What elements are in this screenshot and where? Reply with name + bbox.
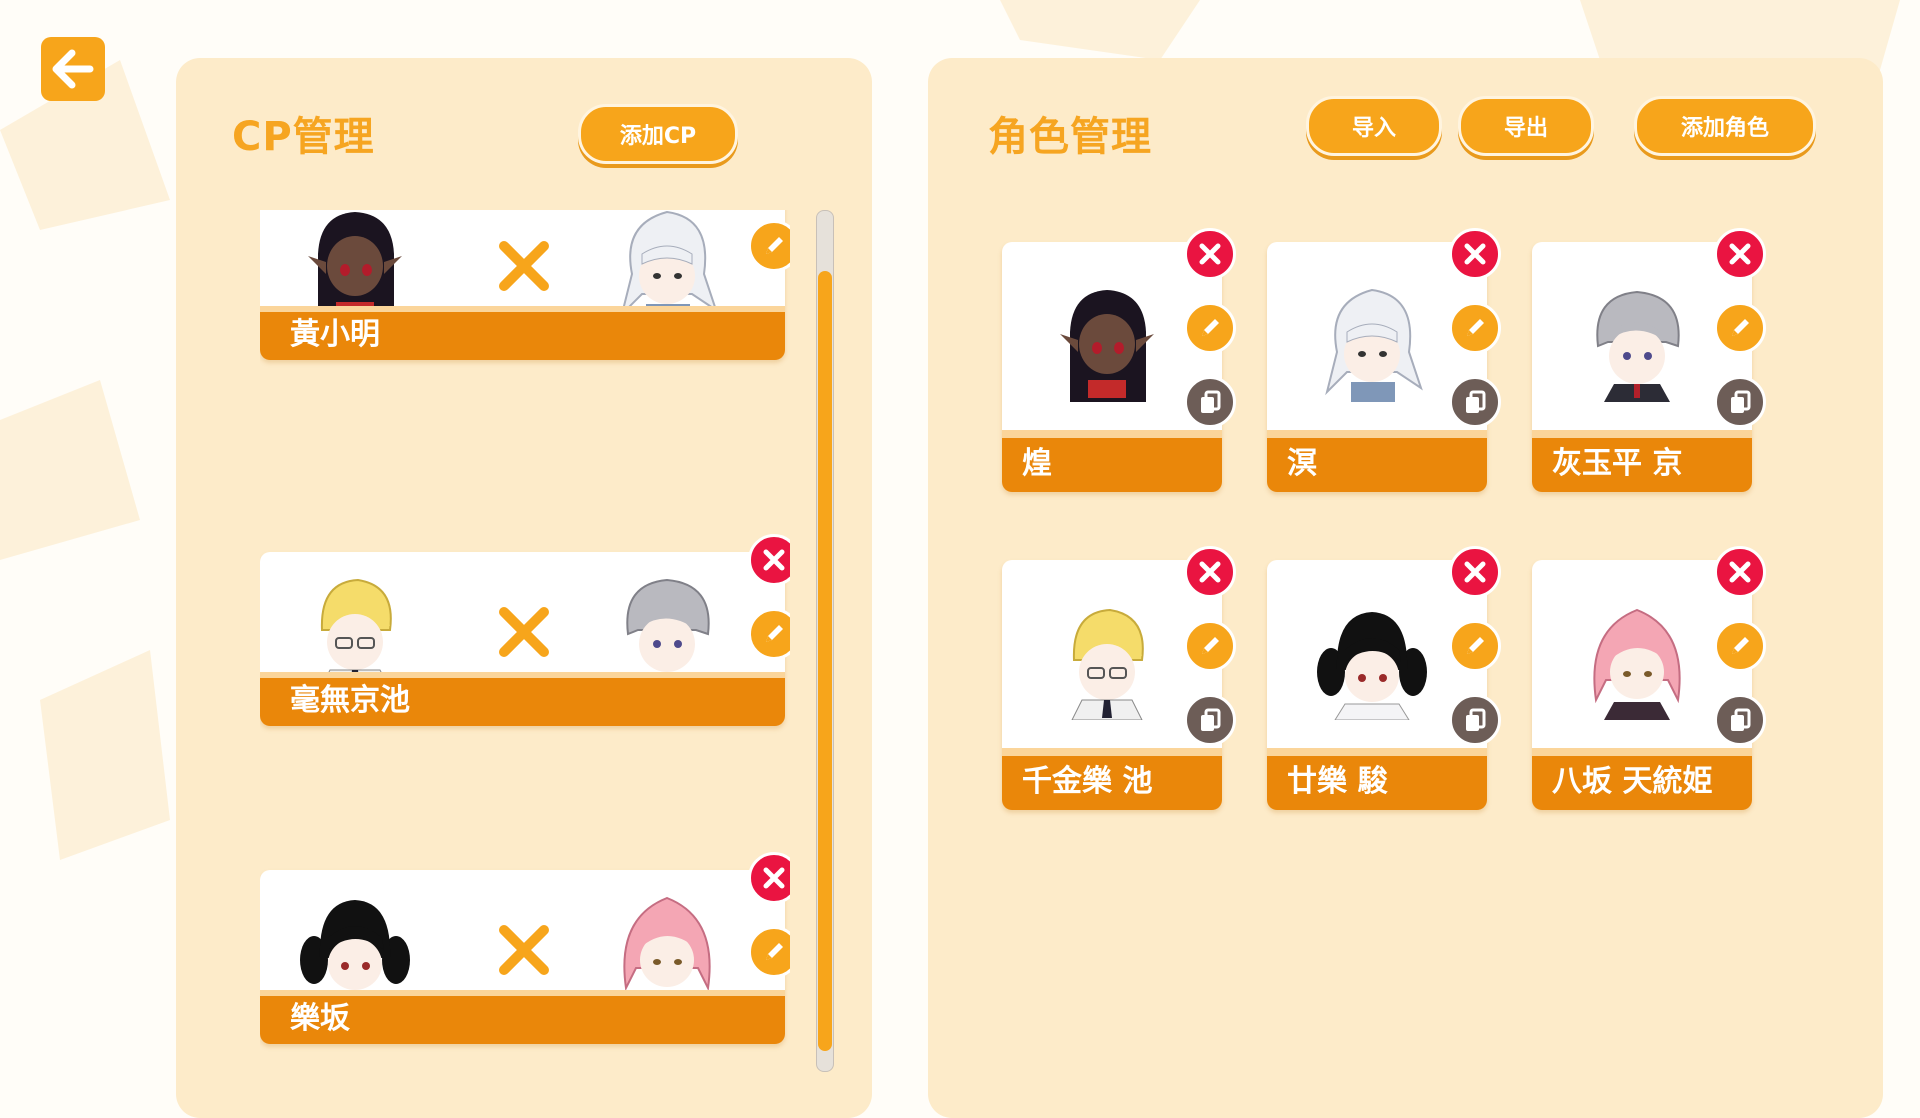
copy-character-button[interactable] xyxy=(1184,376,1236,428)
close-icon xyxy=(1729,561,1751,583)
pencil-icon xyxy=(766,943,783,960)
cp-card[interactable]: 黃小明 xyxy=(260,210,790,360)
copy-character-button[interactable] xyxy=(1449,694,1501,746)
close-icon xyxy=(1199,243,1221,265)
character-name: 煌 xyxy=(1002,430,1222,492)
character-management-panel: 角色管理 导入 导出 添加角色 煌 溟 灰玉平 京 千金樂 池 廿樂 駿 八坂 … xyxy=(928,58,1883,1118)
character-avatar xyxy=(1593,608,1681,720)
character-card[interactable]: 溟 xyxy=(1267,228,1501,492)
edit-character-button[interactable] xyxy=(1714,302,1766,354)
pencil-icon xyxy=(1467,319,1484,336)
add-cp-button[interactable]: 添加CP xyxy=(578,104,738,164)
character-card[interactable]: 八坂 天統姫 xyxy=(1532,546,1766,810)
close-icon xyxy=(1464,243,1486,265)
copy-icon xyxy=(1466,390,1486,413)
copy-character-button[interactable] xyxy=(1714,694,1766,746)
delete-character-button[interactable] xyxy=(1449,228,1501,280)
copy-icon xyxy=(1466,708,1486,731)
delete-character-button[interactable] xyxy=(1714,228,1766,280)
cp-card[interactable]: 毫無京池 xyxy=(260,534,790,726)
delete-character-button[interactable] xyxy=(1184,228,1236,280)
cp-list-scrollbar[interactable] xyxy=(816,210,834,1072)
pencil-icon xyxy=(1467,637,1484,654)
cp-name: 黃小明 xyxy=(260,306,785,360)
character-card[interactable]: 灰玉平 京 xyxy=(1532,228,1766,492)
character-name: 溟 xyxy=(1267,430,1487,492)
edit-character-button[interactable] xyxy=(1449,620,1501,672)
pair-cross-icon xyxy=(499,607,549,657)
close-icon xyxy=(763,549,785,571)
pencil-icon xyxy=(1732,319,1749,336)
copy-icon xyxy=(1731,390,1751,413)
edit-character-button[interactable] xyxy=(1449,302,1501,354)
character-name: 廿樂 駿 xyxy=(1267,748,1487,810)
character-avatar xyxy=(1071,608,1144,720)
close-icon xyxy=(1729,243,1751,265)
copy-icon xyxy=(1201,390,1221,413)
character-card[interactable]: 煌 xyxy=(1002,228,1236,492)
pencil-icon xyxy=(1202,319,1219,336)
copy-icon xyxy=(1731,708,1751,731)
copy-character-button[interactable] xyxy=(1184,694,1236,746)
character-panel-title: 角色管理 xyxy=(988,114,1152,160)
copy-character-button[interactable] xyxy=(1714,376,1766,428)
cp-name: 樂坂 xyxy=(260,990,785,1044)
character-name: 千金樂 池 xyxy=(1002,748,1222,810)
character-avatar xyxy=(1060,290,1154,402)
add-character-button[interactable]: 添加角色 xyxy=(1634,96,1816,156)
pair-cross-icon xyxy=(499,241,549,291)
copy-character-button[interactable] xyxy=(1449,376,1501,428)
copy-icon xyxy=(1201,708,1221,731)
close-icon xyxy=(1464,561,1486,583)
character-card[interactable]: 千金樂 池 xyxy=(1002,546,1236,810)
cp-panel-title: CP管理 xyxy=(232,114,375,160)
cp-list[interactable]: 黃小明 毫無京池 樂坂 xyxy=(260,210,790,1118)
pencil-icon xyxy=(1202,637,1219,654)
character-name: 灰玉平 京 xyxy=(1532,430,1752,492)
edit-character-button[interactable] xyxy=(1714,620,1766,672)
pencil-icon xyxy=(766,237,783,254)
delete-character-button[interactable] xyxy=(1184,546,1236,598)
export-button[interactable]: 导出 xyxy=(1458,96,1594,156)
pencil-icon xyxy=(1732,637,1749,654)
character-avatar xyxy=(1317,612,1427,720)
character-name: 八坂 天統姫 xyxy=(1532,748,1752,810)
delete-character-button[interactable] xyxy=(1714,546,1766,598)
character-avatar xyxy=(1325,288,1423,402)
scrollbar-thumb[interactable] xyxy=(818,271,832,1051)
edit-character-button[interactable] xyxy=(1184,302,1236,354)
close-icon xyxy=(763,867,785,889)
back-button[interactable] xyxy=(41,37,105,101)
cp-name: 毫無京池 xyxy=(260,672,785,726)
delete-character-button[interactable] xyxy=(1449,546,1501,598)
close-icon xyxy=(1199,561,1221,583)
pencil-icon xyxy=(766,625,783,642)
arrow-left-icon xyxy=(52,49,94,89)
cp-card[interactable]: 樂坂 xyxy=(260,852,790,1044)
character-card[interactable]: 廿樂 駿 xyxy=(1267,546,1501,810)
cp-management-panel: CP管理 添加CP 黃小明 毫無京池 樂坂 xyxy=(176,58,872,1118)
edit-character-button[interactable] xyxy=(1184,620,1236,672)
character-avatar xyxy=(1596,290,1680,402)
import-button[interactable]: 导入 xyxy=(1306,96,1442,156)
pair-cross-icon xyxy=(499,925,549,975)
